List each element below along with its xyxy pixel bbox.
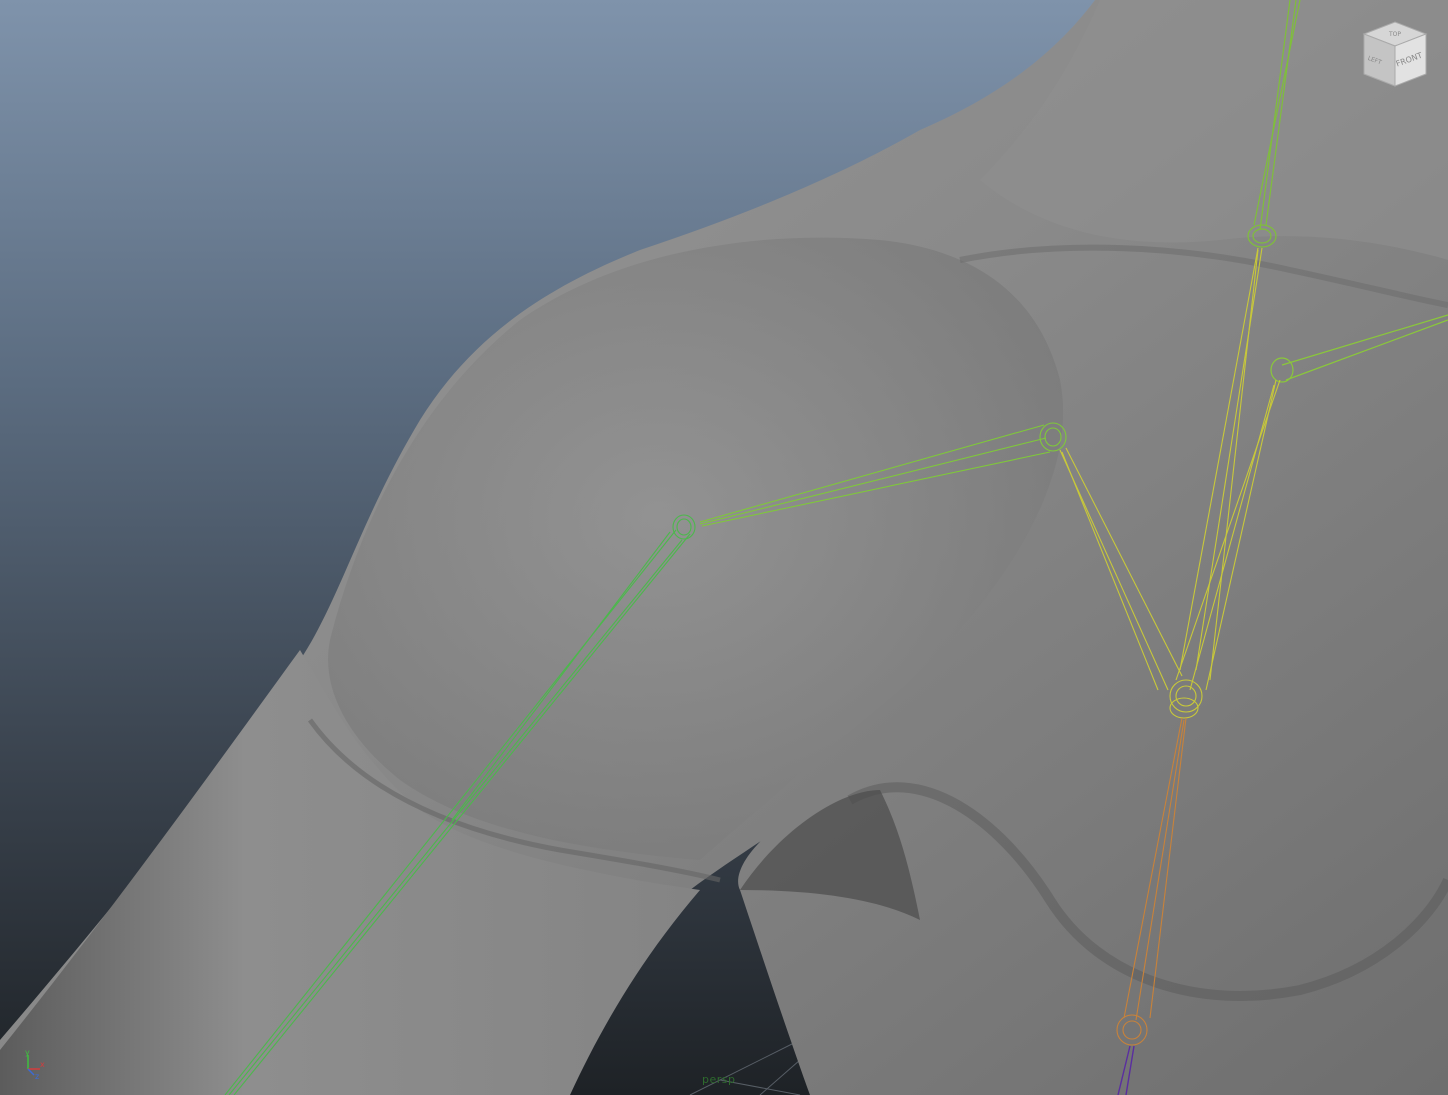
maya-viewport[interactable]: TOP LEFT FRONT y x z persp xyxy=(0,0,1448,1095)
axis-x-label: x xyxy=(40,1060,45,1069)
ground-grid xyxy=(689,1039,801,1095)
view-cube[interactable]: TOP LEFT FRONT xyxy=(1360,18,1430,90)
axis-z-label: z xyxy=(35,1072,39,1079)
axis-y-label: y xyxy=(25,1049,30,1057)
axis-indicator-icon: y x z xyxy=(25,1049,45,1079)
camera-name-label: persp xyxy=(702,1073,736,1086)
scene-canvas[interactable] xyxy=(0,0,1448,1095)
view-cube-top-label: TOP xyxy=(1388,31,1401,38)
